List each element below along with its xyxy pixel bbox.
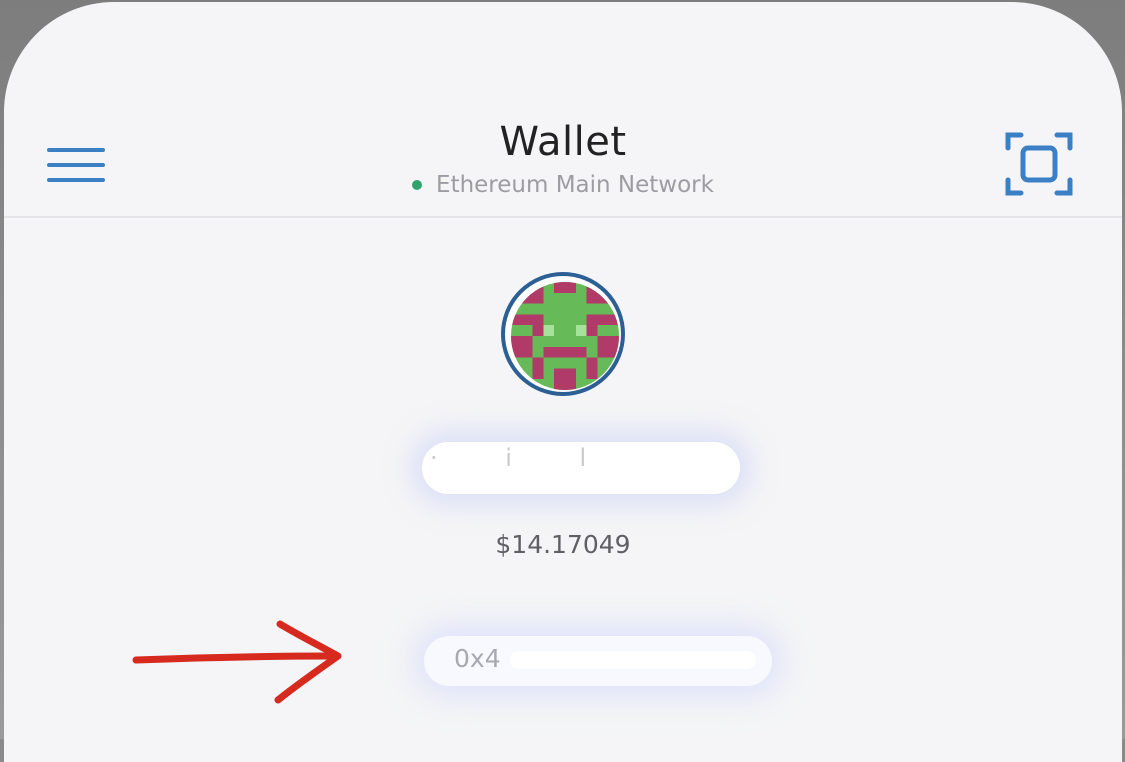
account-address-pill[interactable]: 0x4 [424,636,772,686]
page-title: Wallet [499,119,627,165]
account-balance: $14.17049 [495,530,631,559]
red-arrow-annotation-icon [130,618,350,712]
network-selector[interactable]: Ethereum Main Network [412,172,714,198]
account-name-fragment: · i l [430,444,617,472]
address-redaction [510,651,756,669]
address-prefix: 0x4 [454,644,501,673]
network-status-dot-icon [412,180,423,190]
account-identicon-avatar[interactable] [501,272,625,396]
qr-scan-icon[interactable] [1005,130,1073,198]
network-label: Ethereum Main Network [436,172,714,198]
app-header: Wallet Ethereum Main Network [4,2,1122,218]
account-name-redacted[interactable]: · i l [422,442,740,494]
header-title-group: Wallet Ethereum Main Network [4,114,1122,198]
